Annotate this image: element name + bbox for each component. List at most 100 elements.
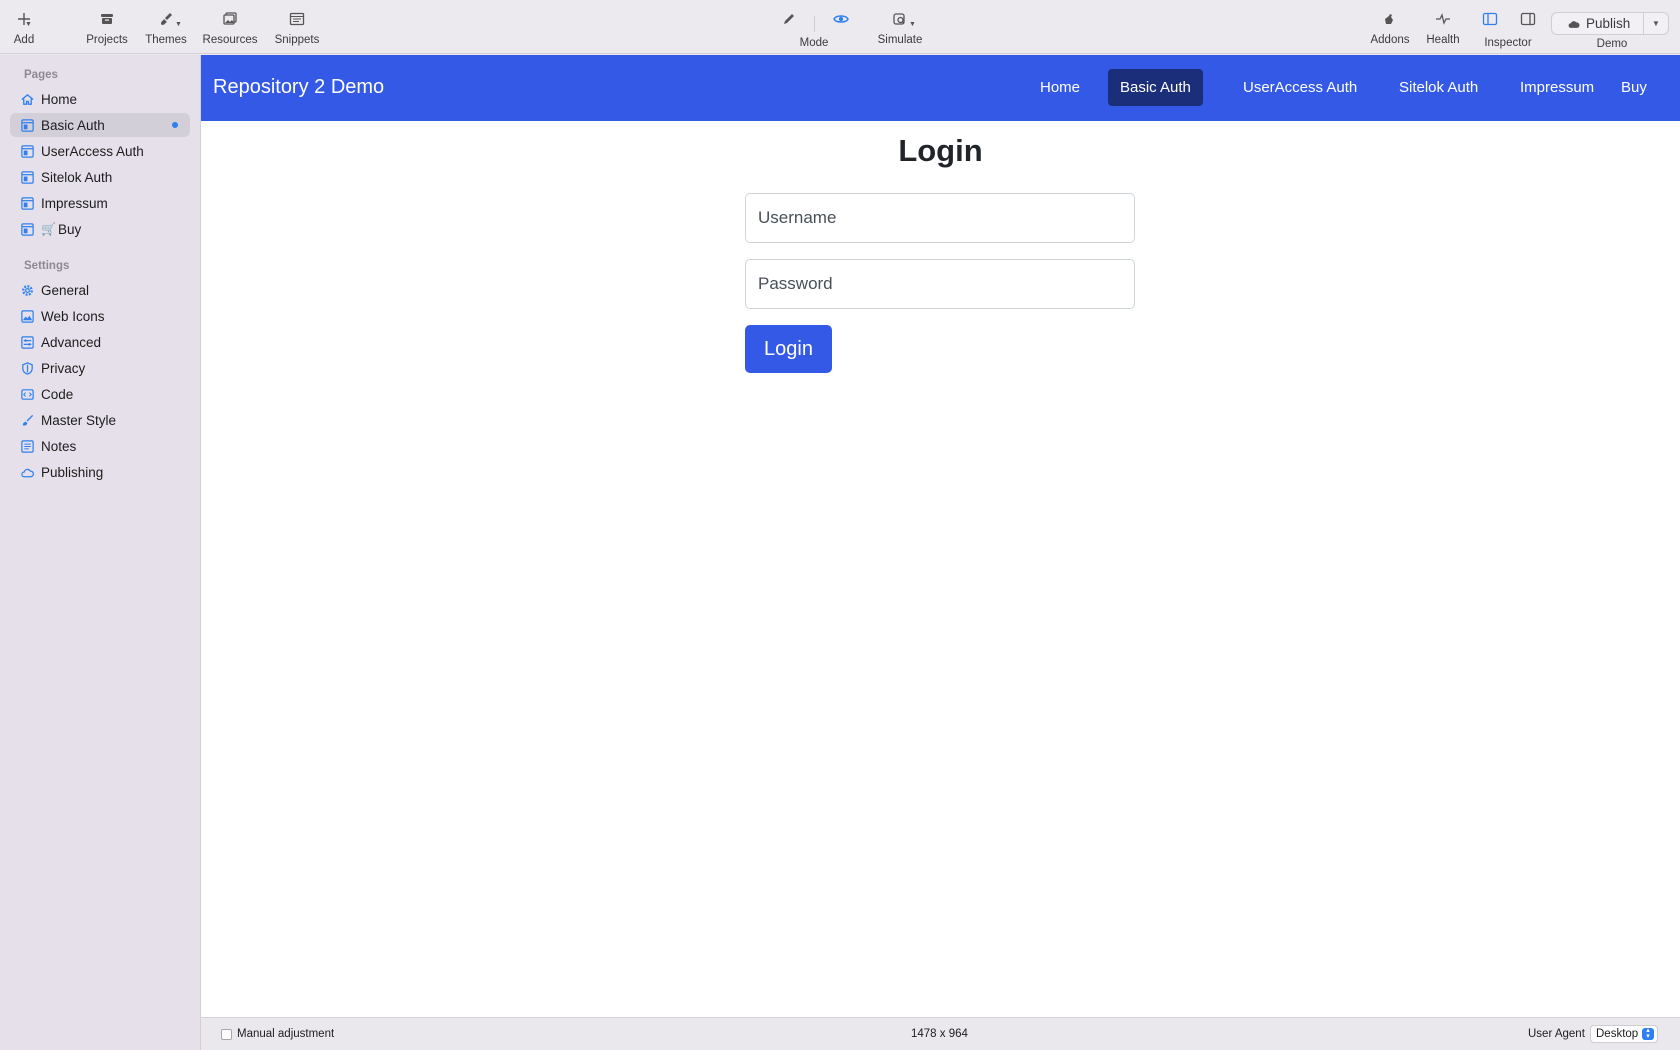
shield-icon <box>20 361 35 376</box>
site-navbar: Repository 2 Demo Home Basic Auth UserAc… <box>201 55 1680 121</box>
sliders-icon <box>20 335 35 350</box>
viewport-dimensions: 1478 x 964 <box>911 1028 968 1040</box>
gear-icon <box>20 283 35 298</box>
addons-label: Addons <box>1370 34 1410 46</box>
health-button[interactable]: Health <box>1408 10 1478 46</box>
password-input[interactable] <box>745 259 1135 309</box>
publish-label: Publish <box>1586 16 1631 31</box>
nav-link-sitelok-auth[interactable]: Sitelok Auth <box>1387 69 1490 106</box>
mode-divider <box>814 16 815 32</box>
publish-target-label: Demo <box>1596 38 1628 50</box>
sidebar-item-code[interactable]: Code <box>10 382 190 406</box>
code-icon <box>20 387 35 402</box>
nav-link-home[interactable]: Home <box>1028 69 1092 106</box>
sidebar-item-label: Privacy <box>41 360 86 376</box>
sidebar-item-label: General <box>41 282 90 298</box>
page-preview: Repository 2 Demo Home Basic Auth UserAc… <box>201 55 1680 1017</box>
modified-dot <box>172 122 178 128</box>
cloud-icon <box>1568 20 1580 28</box>
brush-icon <box>20 413 35 428</box>
page-icon <box>20 118 35 133</box>
window-icon <box>289 12 305 26</box>
sidebar-item-label: Master Style <box>41 412 117 428</box>
manual-adjustment-checkbox[interactable] <box>221 1029 232 1040</box>
stepper-arrows-icon: ▴ ▾ <box>1642 1027 1654 1040</box>
sidebar-item-master-style[interactable]: Master Style <box>10 408 190 432</box>
sidebar-item-label: UserAccess Auth <box>41 143 144 159</box>
snippets-button[interactable]: Snippets <box>262 10 332 46</box>
sidebar-item-label: Impressum <box>41 195 108 211</box>
sidebar-item-notes[interactable]: Notes <box>10 434 190 458</box>
inspector-label: Inspector <box>1484 37 1532 49</box>
sidebar-item-advanced[interactable]: Advanced <box>10 330 190 354</box>
sidebar-item-label: Notes <box>41 438 77 454</box>
nav-link-buy[interactable]: Buy <box>1609 69 1659 106</box>
themes-button[interactable]: ▼ Themes <box>131 10 201 46</box>
publish-button[interactable]: Publish ▼ <box>1551 12 1669 35</box>
user-agent-value: Desktop <box>1596 1028 1639 1040</box>
resources-label: Resources <box>202 34 258 46</box>
page-icon <box>20 170 35 185</box>
sidebar-right-icon <box>1520 12 1536 26</box>
manual-adjustment-label: Manual adjustment <box>237 1028 335 1040</box>
simulate-label: Simulate <box>877 34 923 46</box>
login-button[interactable]: Login <box>745 325 832 373</box>
left-sidebar-toggle[interactable] <box>1470 10 1510 28</box>
pulse-icon <box>1436 13 1450 25</box>
health-label: Health <box>1426 34 1460 46</box>
sidebar-item-sitelok-auth[interactable]: Sitelok Auth <box>10 165 190 189</box>
sidebar-item-label: Web Icons <box>41 308 105 324</box>
page-title: Login <box>898 133 983 168</box>
publish-dropdown[interactable]: ▼ <box>1644 19 1668 28</box>
themes-label: Themes <box>145 34 187 46</box>
page-icon <box>20 196 35 211</box>
sidebar-item-label: Advanced <box>41 334 102 350</box>
sidebar-left-icon <box>1482 12 1498 26</box>
right-sidebar-toggle[interactable] <box>1508 10 1548 28</box>
status-bar: Manual adjustment 1478 x 964 User Agent … <box>201 1017 1680 1050</box>
sidebar-item-publishing[interactable]: Publishing <box>10 460 190 484</box>
chevron-down-icon: ▼ <box>1652 19 1660 28</box>
image-icon <box>20 309 35 324</box>
cart-icon: 🛒 <box>41 222 56 236</box>
house-icon <box>20 92 35 107</box>
sidebar-item-label: Publishing <box>41 464 104 480</box>
nav-link-impressum[interactable]: Impressum <box>1508 69 1606 106</box>
sidebar: Pages Home Basic Auth UserAccess Auth Si… <box>0 55 201 1050</box>
sidebar-item-useraccess-auth[interactable]: UserAccess Auth <box>10 139 190 163</box>
sidebar-item-label: Sitelok Auth <box>41 169 113 185</box>
sidebar-item-home[interactable]: Home <box>10 87 190 111</box>
add-label: Add <box>13 34 35 46</box>
puzzle-icon <box>1385 14 1393 24</box>
sidebar-item-basic-auth[interactable]: Basic Auth <box>10 113 190 137</box>
toolbar: ▼ Add Projects ▼ Themes Resources Snippe… <box>0 0 1680 54</box>
sidebar-item-web-icons[interactable]: Web Icons <box>10 304 190 328</box>
settings-section-title: Settings <box>24 260 70 272</box>
publish-main[interactable]: Publish <box>1552 13 1644 34</box>
snippets-label: Snippets <box>274 34 320 46</box>
username-input[interactable] <box>745 193 1135 243</box>
sidebar-item-buy[interactable]: 🛒 Buy <box>10 217 190 241</box>
page-icon <box>20 222 35 237</box>
nav-link-useraccess-auth[interactable]: UserAccess Auth <box>1231 69 1369 106</box>
sidebar-item-impressum[interactable]: Impressum <box>10 191 190 215</box>
simulate-icon <box>893 13 905 25</box>
cloud-icon <box>20 465 35 480</box>
site-brand[interactable]: Repository 2 Demo <box>213 76 384 99</box>
sidebar-item-label: Home <box>41 91 78 107</box>
sidebar-item-privacy[interactable]: Privacy <box>10 356 190 380</box>
user-agent-select[interactable]: Desktop ▴ ▾ <box>1590 1025 1658 1043</box>
add-button[interactable]: ▼ Add <box>0 10 59 46</box>
brush-icon <box>161 13 172 25</box>
sidebar-item-general[interactable]: General <box>10 278 190 302</box>
preview-mode-button[interactable] <box>821 10 861 28</box>
notes-icon <box>20 439 35 454</box>
archive-icon <box>101 14 113 24</box>
edit-mode-button[interactable] <box>769 10 809 28</box>
sidebar-item-label: Buy <box>57 221 82 237</box>
pencil-icon <box>784 14 794 24</box>
user-agent-label: User Agent <box>1528 1028 1585 1040</box>
simulate-button[interactable]: ▼ Simulate <box>865 10 935 46</box>
resources-button[interactable]: Resources <box>195 10 265 46</box>
nav-link-basic-auth[interactable]: Basic Auth <box>1108 69 1203 106</box>
